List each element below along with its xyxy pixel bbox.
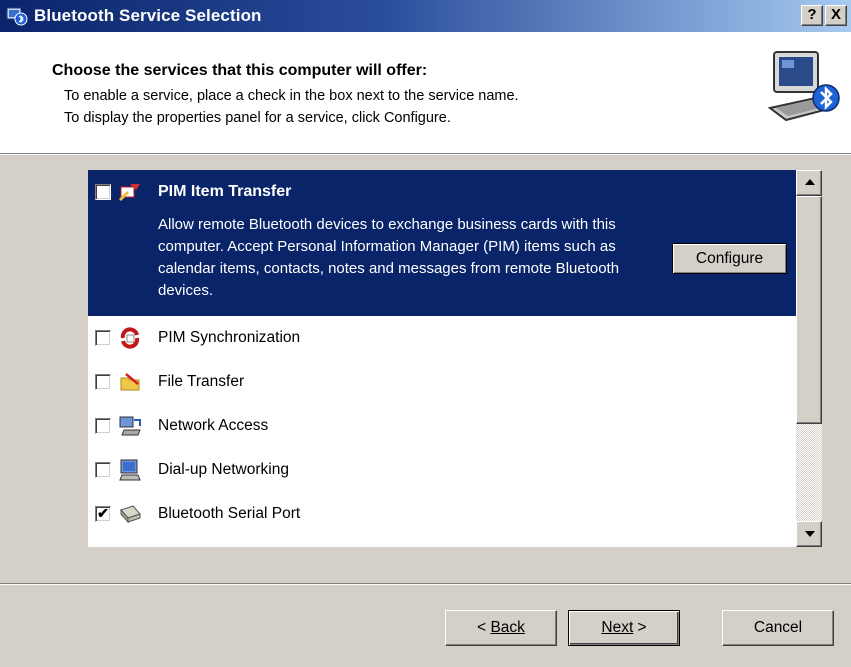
next-suffix: > xyxy=(633,619,647,636)
help-button[interactable]: ? xyxy=(801,5,823,26)
back-prefix: < xyxy=(477,619,491,636)
vertical-scrollbar[interactable] xyxy=(796,170,822,547)
service-item-dial-up-networking[interactable]: Dial-up Networking xyxy=(88,448,796,492)
service-item-pim-item-transfer[interactable]: PIM Item Transfer Allow remote Bluetooth… xyxy=(88,170,796,316)
cancel-button[interactable]: Cancel xyxy=(722,610,834,646)
header-description-1: To enable a service, place a check in th… xyxy=(64,88,519,104)
service-list[interactable]: PIM Item Transfer Allow remote Bluetooth… xyxy=(88,170,822,547)
service-item-file-transfer[interactable]: File Transfer xyxy=(88,360,796,404)
pim-item-transfer-checkbox[interactable] xyxy=(95,184,111,200)
close-button[interactable]: X xyxy=(825,5,847,26)
service-label: Dial-up Networking xyxy=(158,461,289,478)
scroll-down-button[interactable] xyxy=(796,521,822,547)
service-item-bluetooth-serial-port[interactable]: ✔ Bluetooth Serial Port xyxy=(88,492,796,536)
bluetooth-serial-port-checkbox[interactable]: ✔ xyxy=(95,506,111,522)
back-button[interactable]: < Back xyxy=(445,610,557,646)
arrow-down-icon xyxy=(805,531,815,537)
window-title: Bluetooth Service Selection xyxy=(34,6,262,25)
service-label: Network Access xyxy=(158,417,269,434)
next-button[interactable]: Next > xyxy=(568,610,680,646)
service-label: File Transfer xyxy=(158,373,245,390)
pim-synchronization-checkbox[interactable] xyxy=(95,330,111,346)
pim-item-transfer-label: PIM Item Transfer xyxy=(158,183,292,200)
dialup-icon xyxy=(118,458,142,482)
next-label: Next xyxy=(601,619,634,636)
dial-up-networking-checkbox[interactable] xyxy=(95,462,111,478)
header-title: Choose the services that this computer w… xyxy=(52,62,428,79)
serial-port-icon xyxy=(118,502,142,526)
file-transfer-icon xyxy=(118,370,142,394)
network-icon xyxy=(118,414,142,438)
service-item-network-access[interactable]: Network Access xyxy=(88,404,796,448)
pim-item-transfer-description: Allow remote Bluetooth devices to exchan… xyxy=(158,216,620,299)
sync-icon xyxy=(118,326,142,350)
configure-button[interactable]: Configure xyxy=(672,243,787,274)
bluetooth-computer-icon xyxy=(766,46,840,132)
title-bar[interactable]: Bluetooth Service Selection ? X xyxy=(0,0,851,32)
bluetooth-app-icon xyxy=(6,5,28,27)
scroll-up-button[interactable] xyxy=(796,170,822,196)
back-label: Back xyxy=(490,619,525,636)
network-access-checkbox[interactable] xyxy=(95,418,111,434)
pim-transfer-icon xyxy=(118,180,142,204)
header-description-2: To display the properties panel for a se… xyxy=(64,110,451,126)
file-transfer-checkbox[interactable] xyxy=(95,374,111,390)
scrollbar-thumb[interactable] xyxy=(796,196,822,424)
footer-separator xyxy=(0,583,851,585)
wizard-header: Choose the services that this computer w… xyxy=(0,32,851,155)
service-item-pim-synchronization[interactable]: PIM Synchronization xyxy=(88,316,796,360)
arrow-up-icon xyxy=(805,179,815,185)
service-label: PIM Synchronization xyxy=(158,329,301,346)
service-label: Bluetooth Serial Port xyxy=(158,505,301,522)
